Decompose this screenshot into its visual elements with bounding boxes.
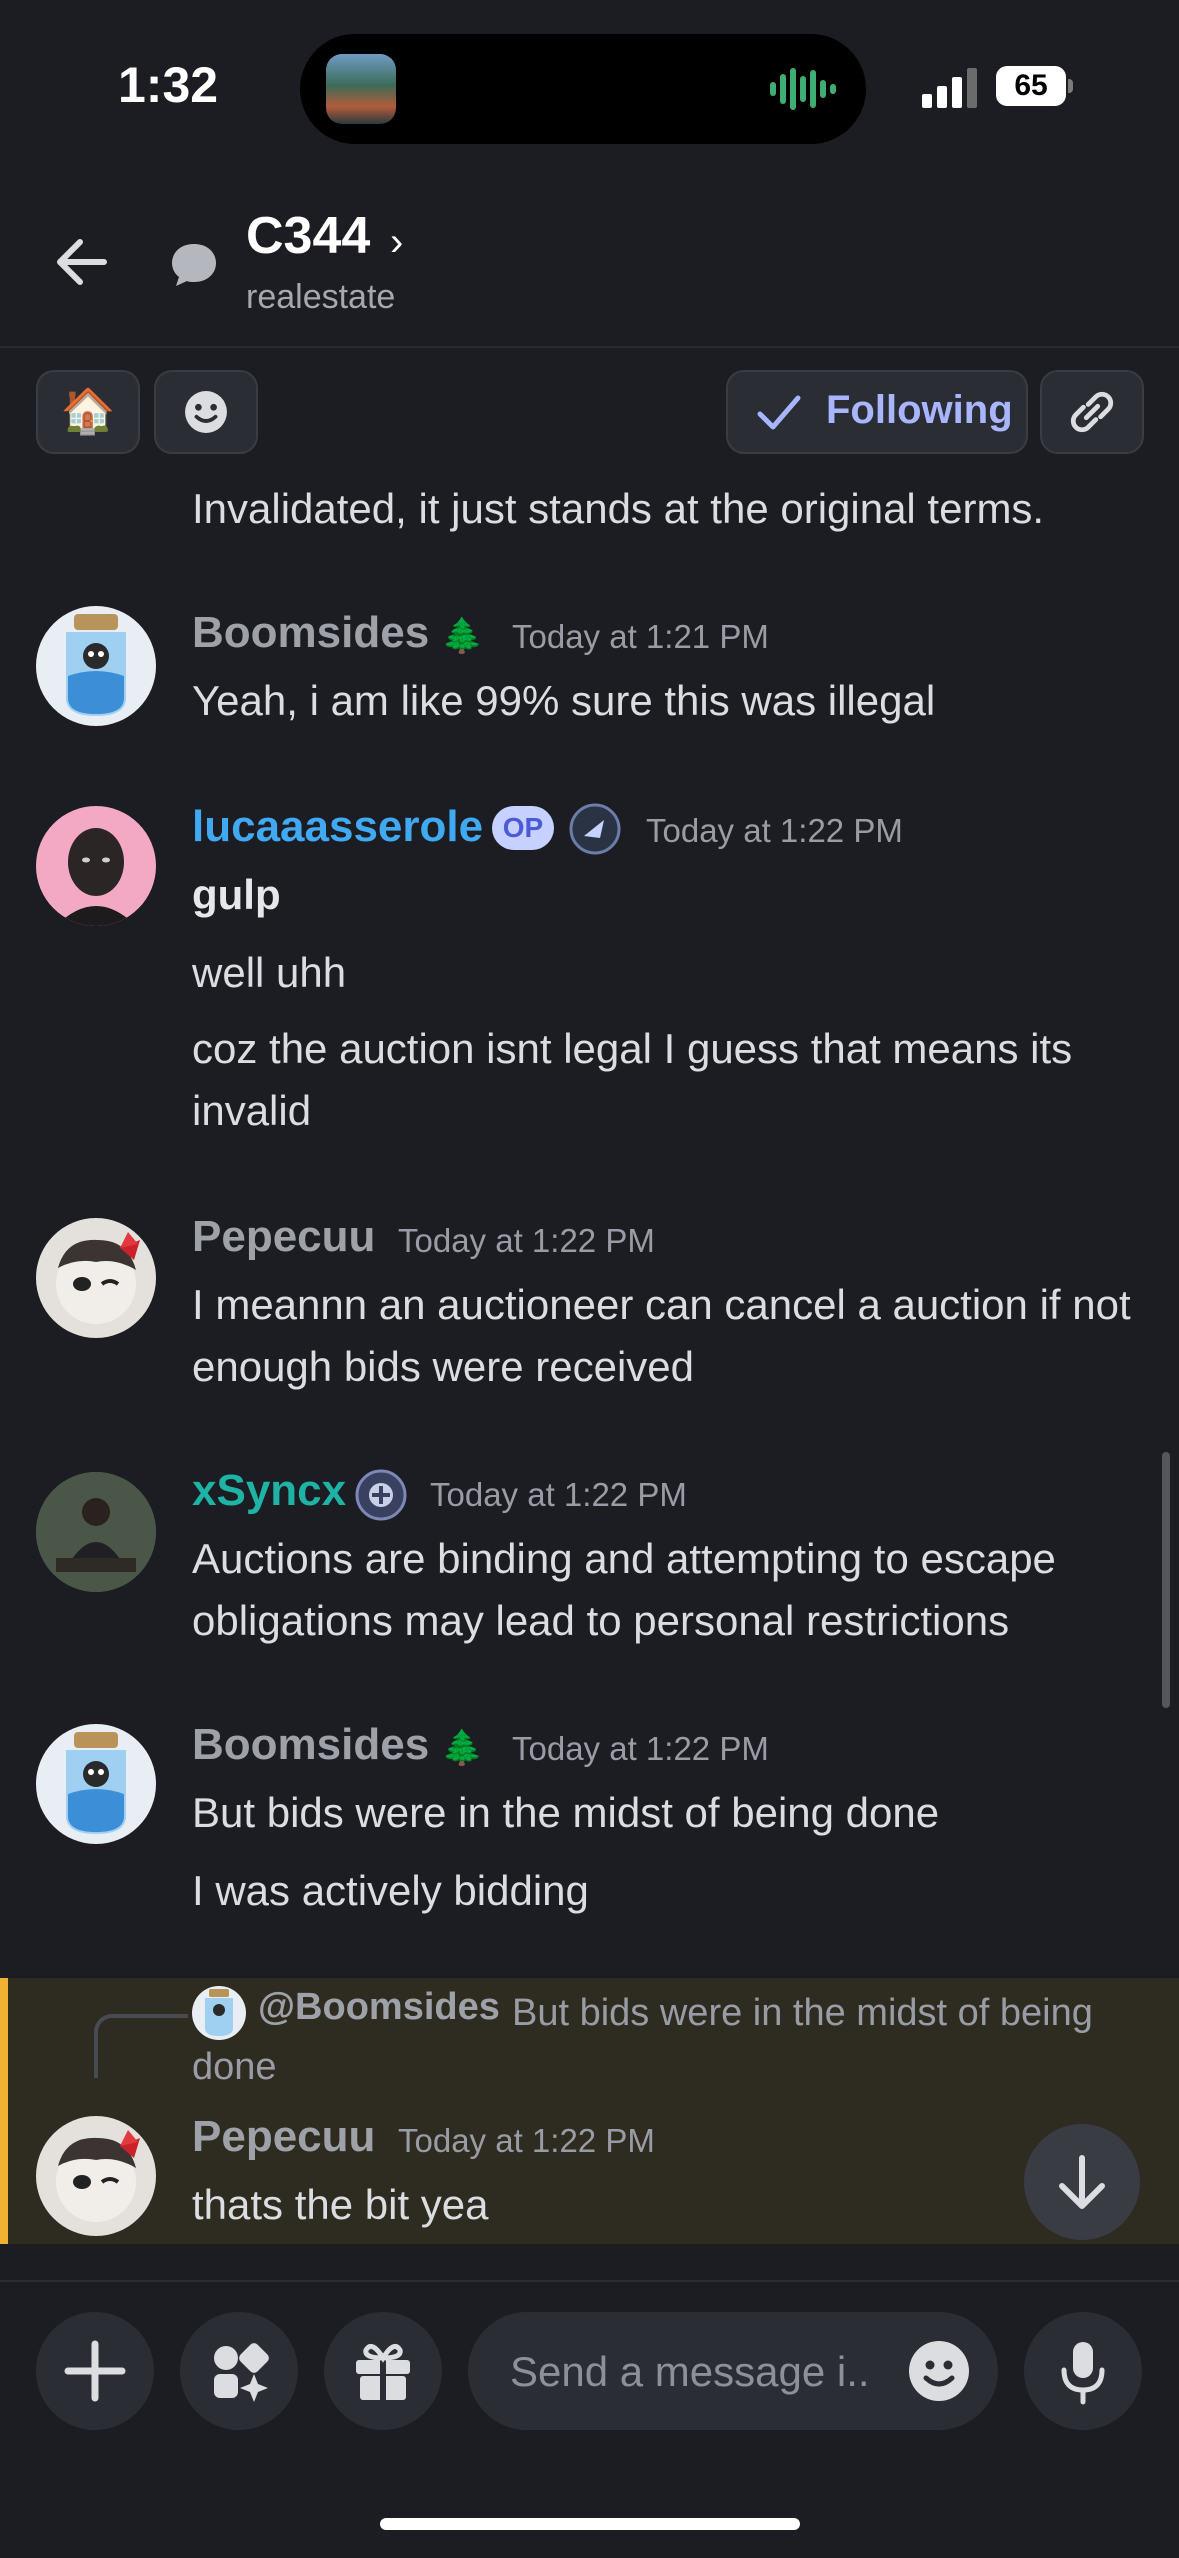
jar-avatar-icon [66, 1732, 126, 1834]
cellular-signal-icon [922, 68, 977, 108]
username[interactable]: Boomsides 🌲 [192, 1720, 484, 1770]
avatar[interactable] [36, 806, 156, 926]
back-arrow-icon[interactable] [52, 232, 112, 292]
voice-message-button[interactable] [1024, 2312, 1142, 2430]
checkmark-icon [757, 395, 801, 430]
thread-title[interactable]: C344 [246, 206, 370, 266]
message-text: Invalidated, it just stands at the origi… [192, 485, 1045, 532]
username[interactable]: Pepecuu [192, 1212, 375, 1262]
tree-emoji: 🌲 [441, 1729, 484, 1767]
dynamic-island[interactable] [300, 34, 866, 144]
message-text: thats the bit yea [192, 2181, 489, 2228]
timestamp: Today at 1:22 PM [398, 2122, 655, 2159]
jar-avatar-icon [66, 614, 126, 716]
jump-to-bottom-button[interactable] [1024, 2124, 1140, 2240]
message-text: I was actively bidding [192, 1867, 589, 1914]
thread-header: C344 › realestate [0, 190, 1179, 348]
avatar[interactable] [36, 1218, 156, 1338]
username[interactable]: xSyncx [192, 1466, 346, 1516]
status-bar: 1:32 65 [0, 0, 1179, 170]
message-composer: Send a message i.. [0, 2280, 1179, 2558]
copy-link-button[interactable] [1040, 370, 1144, 454]
home-indicator[interactable] [380, 2518, 800, 2530]
gift-icon [356, 2343, 410, 2400]
emoji-icon[interactable] [904, 2336, 974, 2406]
apps-sparkle-icon [214, 2343, 269, 2402]
following-button[interactable]: Following [726, 370, 1028, 454]
now-playing-thumbnail [326, 54, 396, 124]
message-text: But bids were in the midst of being done [192, 1789, 940, 1836]
battery-icon: 65 [996, 66, 1073, 106]
op-badge: OP [492, 806, 554, 850]
message-text: I meannn an auctioneer can cancel a auct… [192, 1281, 1131, 1390]
gift-button[interactable] [324, 2312, 442, 2430]
message-text: gulp [192, 871, 281, 918]
thread-tag-row: 🏠 Following [0, 370, 1179, 460]
avatar[interactable] [36, 2116, 156, 2236]
battery-nub [1068, 79, 1073, 93]
username[interactable]: Boomsides 🌲 [192, 608, 484, 658]
username[interactable]: lucaaasserole [192, 802, 483, 852]
timestamp: Today at 1:22 PM [512, 1730, 769, 1767]
username[interactable]: Pepecuu [192, 2112, 375, 2162]
plus-icon [64, 2340, 126, 2402]
photo-avatar-icon [36, 1472, 156, 1592]
arrow-down-icon [1059, 2155, 1105, 2209]
reply-mention[interactable]: @Boomsides [258, 1986, 500, 2029]
message-text: coz the auction isnt legal I guess that … [192, 1025, 1073, 1134]
timestamp: Today at 1:22 PM [646, 812, 903, 849]
add-attachment-button[interactable] [36, 2312, 154, 2430]
scrollbar[interactable] [1162, 1452, 1170, 1708]
message-text: well uhh [192, 949, 347, 996]
timestamp: Today at 1:22 PM [430, 1476, 687, 1513]
apps-button[interactable] [180, 2312, 298, 2430]
smile-icon [185, 391, 227, 433]
guild-badge-icon [569, 803, 621, 855]
waveform-icon [770, 68, 836, 110]
avatar[interactable] [36, 1724, 156, 1844]
tag-smile[interactable] [154, 370, 258, 454]
channel-name[interactable]: realestate [246, 278, 395, 317]
avatar[interactable] [36, 606, 156, 726]
message-input-placeholder: Send a message i.. [510, 2348, 870, 2395]
plush-avatar-icon [56, 2130, 140, 2222]
plush-avatar-icon [56, 1232, 140, 1324]
avatar[interactable] [36, 1472, 156, 1592]
message-text: Yeah, i am like 99% sure this was illega… [192, 677, 936, 724]
battery-level: 65 [996, 66, 1066, 106]
link-icon [1070, 391, 1114, 433]
timestamp: Today at 1:21 PM [512, 618, 769, 655]
clock: 1:32 [118, 57, 219, 113]
message-text: Auctions are binding and attempting to e… [192, 1535, 1056, 1644]
tree-emoji: 🌲 [441, 617, 484, 655]
highlight-bar [0, 1978, 8, 2244]
message-input[interactable]: Send a message i.. [468, 2312, 998, 2430]
tag-house[interactable]: 🏠 [36, 370, 140, 454]
guild-badge-icon [355, 1469, 407, 1521]
microphone-icon [1061, 2342, 1105, 2405]
timestamp: Today at 1:22 PM [398, 1222, 655, 1259]
thread-icon [172, 244, 216, 286]
chevron-right-icon[interactable]: › [390, 220, 403, 265]
following-label: Following [826, 388, 1013, 432]
reply-connector [94, 2014, 188, 2078]
portrait-avatar-icon [56, 828, 136, 926]
